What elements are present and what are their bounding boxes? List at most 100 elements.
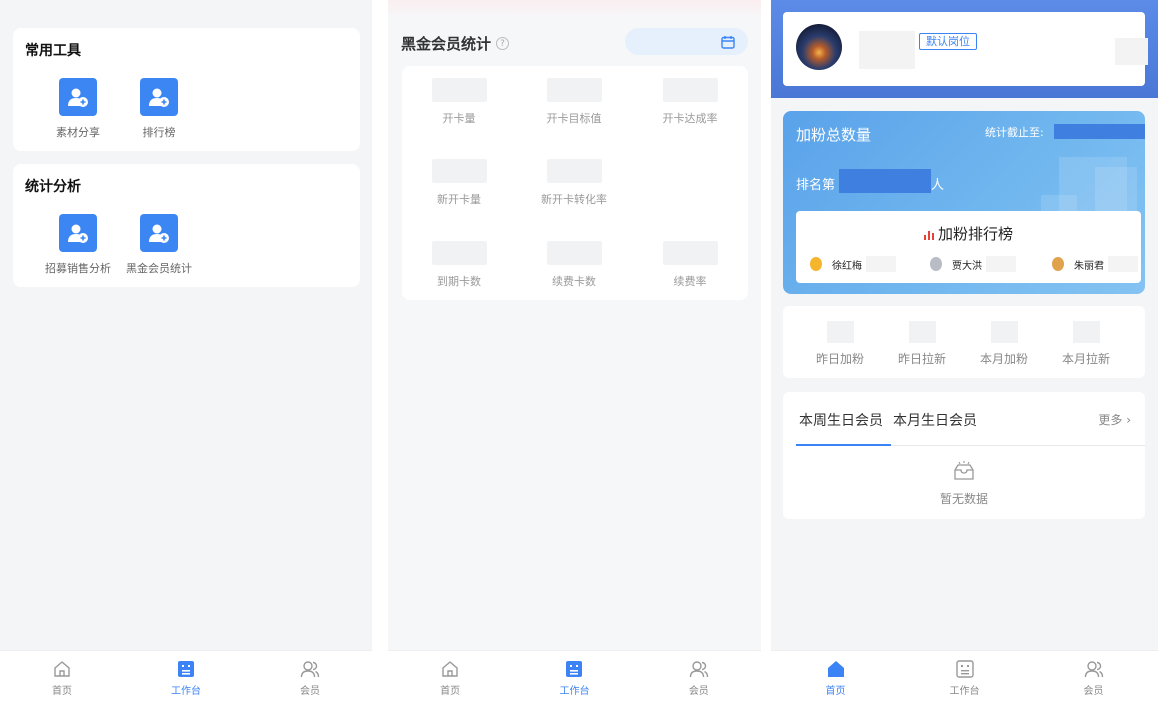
tab-workbench[interactable]: 工作台 bbox=[512, 651, 636, 718]
leaderboard-title: 加粉排行榜 bbox=[937, 225, 1013, 243]
home-icon bbox=[442, 661, 458, 677]
more-label: 更多 bbox=[1098, 413, 1123, 427]
page-title-text: 黑金会员统计 bbox=[401, 35, 492, 53]
tool-label: 排行榜 bbox=[142, 126, 176, 139]
value-placeholder bbox=[990, 321, 1018, 343]
members-icon bbox=[1084, 661, 1103, 678]
stat-yesterday-fans[interactable]: 昨日加粉 bbox=[799, 321, 881, 367]
stat-label: 本月拉新 bbox=[1061, 352, 1110, 366]
leader-second: 贾大洪 bbox=[930, 256, 1016, 272]
stat-month-fans[interactable]: 本月加粉 bbox=[963, 321, 1045, 367]
value-placeholder bbox=[546, 78, 602, 102]
workbench-icon bbox=[955, 660, 974, 678]
leader-name: 贾大洪 bbox=[952, 260, 982, 272]
tab-member[interactable]: 会员 bbox=[1029, 651, 1158, 718]
black-gold-member-stats-button[interactable]: 黑金会员统计 bbox=[119, 214, 199, 276]
value-placeholder bbox=[662, 241, 718, 265]
decoration bbox=[1095, 167, 1137, 211]
tab-workbench[interactable]: 工作台 bbox=[900, 651, 1029, 718]
daily-stats-card: 昨日加粉 昨日拉新 本月加粉 本月拉新 bbox=[783, 306, 1145, 378]
bar-chart-icon bbox=[923, 230, 934, 240]
stat-new-cards: 新开卡量 bbox=[404, 159, 514, 207]
name-placeholder bbox=[859, 31, 915, 69]
cutoff-label: 统计截止至: bbox=[985, 126, 1044, 139]
stat-label: 续费率 bbox=[673, 275, 707, 288]
material-share-button[interactable]: 素材分享 bbox=[38, 78, 118, 140]
silver-medal-icon bbox=[930, 257, 942, 271]
birthday-tabs: 本周生日会员 本月生日会员 bbox=[799, 410, 977, 430]
user-add-icon bbox=[140, 78, 178, 116]
stat-label: 续费卡数 bbox=[552, 275, 596, 288]
stat-label: 开卡量 bbox=[442, 112, 476, 125]
date-picker[interactable] bbox=[625, 28, 748, 55]
tab-bar: 首页 工作台 会员 bbox=[0, 650, 372, 718]
stat-card-target: 开卡目标值 bbox=[519, 78, 629, 126]
tab-bar: 首页 工作台 会员 bbox=[771, 650, 1158, 718]
tab-label: 首页 bbox=[440, 686, 461, 697]
more-link[interactable]: 更多 › bbox=[1098, 411, 1131, 428]
value-placeholder bbox=[826, 321, 854, 343]
tab-label: 首页 bbox=[825, 686, 846, 697]
profile-card[interactable]: 默认岗位 bbox=[783, 12, 1148, 86]
stat-label: 到期卡数 bbox=[437, 275, 481, 288]
tab-member[interactable]: 会员 bbox=[637, 651, 761, 718]
stat-label: 本月加粉 bbox=[979, 352, 1028, 366]
value-placeholder bbox=[866, 256, 896, 272]
tab-month-birthday[interactable]: 本月生日会员 bbox=[893, 410, 977, 430]
stat-new-card-conversion: 新开卡转化率 bbox=[519, 159, 629, 207]
stat-label: 新开卡转化率 bbox=[541, 193, 607, 206]
tab-workbench[interactable]: 工作台 bbox=[124, 651, 248, 718]
tab-member[interactable]: 会员 bbox=[248, 651, 372, 718]
cutoff-value-placeholder bbox=[1054, 124, 1145, 139]
stat-label: 开卡达成率 bbox=[662, 112, 718, 125]
workbench-screen: 常用工具 素材分享 排行榜 统计分析 招募销售分析 黑金会员统计 首页 工作台 … bbox=[0, 0, 372, 718]
position-badge[interactable]: 默认岗位 bbox=[919, 33, 977, 50]
birthday-members-card: 本周生日会员 本月生日会员 更多 › 暂无数据 bbox=[783, 392, 1145, 519]
fans-summary-card: 加粉总数量 统计截止至: 排名第 人 加粉排行榜 徐红梅 贾大洪 朱丽君 bbox=[783, 111, 1145, 294]
stat-renewal-rate: 续费率 bbox=[635, 241, 745, 289]
tab-home[interactable]: 首页 bbox=[388, 651, 512, 718]
stat-label: 昨日拉新 bbox=[897, 352, 946, 366]
tool-label: 素材分享 bbox=[56, 126, 100, 139]
members-icon bbox=[689, 661, 709, 678]
avatar[interactable] bbox=[796, 24, 842, 70]
empty-box-icon bbox=[954, 461, 974, 480]
leader-first: 徐红梅 bbox=[810, 256, 896, 272]
value-placeholder bbox=[1108, 256, 1138, 272]
workbench-icon bbox=[178, 661, 194, 677]
help-icon[interactable]: ? bbox=[496, 37, 510, 50]
common-tools-card: 常用工具 素材分享 排行榜 bbox=[13, 28, 360, 151]
value-placeholder bbox=[908, 321, 936, 343]
stat-month-new[interactable]: 本月拉新 bbox=[1045, 321, 1127, 367]
calendar-icon bbox=[721, 36, 735, 49]
leader-name: 徐红梅 bbox=[832, 260, 862, 272]
value-placeholder bbox=[431, 78, 487, 102]
stat-card-achievement-rate: 开卡达成率 bbox=[635, 78, 745, 126]
fans-leaderboard[interactable]: 加粉排行榜 徐红梅 贾大洪 朱丽君 bbox=[796, 211, 1141, 283]
stats-card: 开卡量 开卡目标值 开卡达成率 新开卡量 新开卡转化率 到期卡数 续费卡数 续费… bbox=[402, 66, 748, 300]
leaderboard-title-row: 加粉排行榜 bbox=[796, 223, 1141, 244]
profile-extra-placeholder bbox=[1115, 38, 1148, 65]
stat-expired-cards: 到期卡数 bbox=[404, 241, 514, 289]
recruit-sales-analysis-button[interactable]: 招募销售分析 bbox=[38, 214, 118, 276]
rank-prefix: 排名第 bbox=[796, 178, 836, 193]
tab-week-birthday[interactable]: 本周生日会员 bbox=[799, 410, 883, 430]
tab-home[interactable]: 首页 bbox=[0, 651, 124, 718]
tab-home[interactable]: 首页 bbox=[771, 651, 900, 718]
user-add-icon bbox=[140, 214, 178, 252]
tab-label: 首页 bbox=[52, 686, 72, 697]
tool-label: 招募销售分析 bbox=[45, 262, 111, 275]
member-stats-screen: 黑金会员统计 ? 开卡量 开卡目标值 开卡达成率 新开卡量 新开卡转化率 到期卡… bbox=[388, 0, 761, 718]
leaderboard-button[interactable]: 排行榜 bbox=[119, 78, 199, 140]
rank-suffix: 人 bbox=[931, 178, 945, 193]
value-placeholder bbox=[1072, 321, 1100, 343]
tab-label: 工作台 bbox=[171, 686, 201, 697]
value-placeholder bbox=[662, 78, 718, 102]
members-icon bbox=[300, 661, 320, 678]
user-add-icon bbox=[59, 78, 97, 116]
stat-renewed-cards: 续费卡数 bbox=[519, 241, 629, 289]
workbench-icon bbox=[566, 661, 583, 677]
tab-label: 工作台 bbox=[949, 686, 980, 697]
stat-yesterday-new[interactable]: 昨日拉新 bbox=[881, 321, 963, 367]
stat-label: 昨日加粉 bbox=[815, 352, 864, 366]
